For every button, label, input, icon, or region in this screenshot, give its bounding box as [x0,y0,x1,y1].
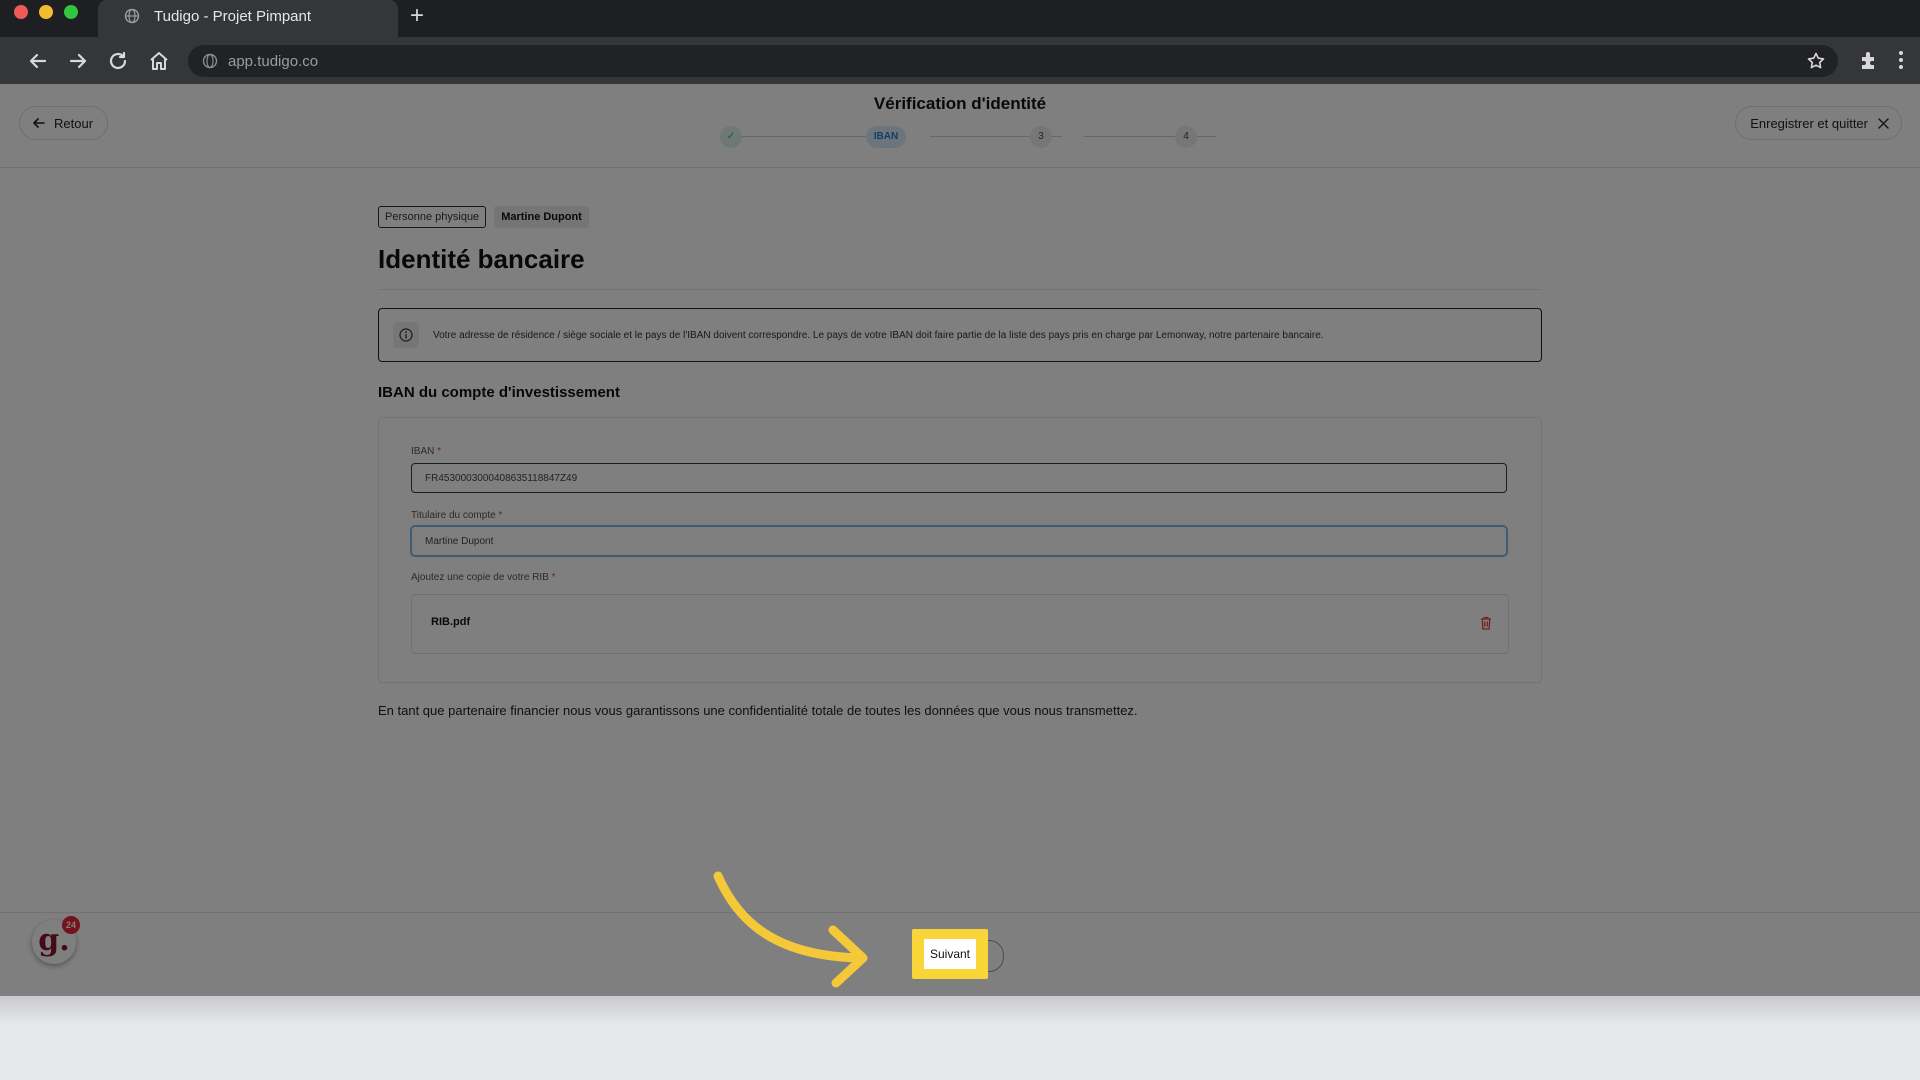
star-icon[interactable] [1806,51,1826,71]
breadcrumb: Personne physique Martine Dupont [378,206,1542,228]
reload-icon[interactable] [106,49,130,73]
info-text: Votre adresse de résidence / siège socia… [433,329,1324,341]
back-label: Retour [54,115,94,131]
save-and-quit-label: Enregistrer et quitter [1750,115,1868,131]
window-close-button[interactable] [14,5,28,19]
extensions-icon[interactable] [1858,49,1880,71]
step-4: 4 [1175,126,1197,148]
app-header: Retour Vérification d'identité ✓ IBAN 3 … [0,84,1920,168]
rib-file-item: RIB.pdf [411,594,1509,654]
notification-badge: 24 [62,916,80,934]
iban-label: IBAN * [411,446,442,457]
arrow-left-icon [33,118,45,128]
person-name-chip: Martine Dupont [494,206,589,228]
save-and-quit-button[interactable]: Enregistrer et quitter [1735,106,1902,140]
app-page: Retour Vérification d'identité ✓ IBAN 3 … [0,84,1920,996]
account-holder-value: Martine Dupont [425,535,494,547]
new-tab-button[interactable]: + [406,2,428,30]
browser-tab[interactable]: Tudigo - Projet Pimpant [98,0,398,37]
main-content: Personne physique Martine Dupont Identit… [378,206,1542,718]
browser-tab-bar: Tudigo - Projet Pimpant + [0,0,1920,37]
account-holder-label: Titulaire du compte * [411,510,503,521]
window-maximize-button[interactable] [64,5,78,19]
iban-form: IBAN * FR4530003000408635118847Z49 Titul… [378,417,1542,683]
site-info-icon[interactable] [202,53,218,69]
info-icon [393,322,419,348]
section-heading: Identité bancaire [378,244,1542,290]
home-icon[interactable] [147,49,171,73]
next-button[interactable]: Suivant [923,939,977,969]
close-icon [1878,117,1889,129]
globe-icon [124,8,140,24]
window-minimize-button[interactable] [39,5,53,19]
tab-title: Tudigo - Projet Pimpant [154,8,312,25]
account-holder-input[interactable]: Martine Dupont [411,526,1507,556]
url-text[interactable]: app.tudigo.co [228,53,318,70]
back-icon[interactable] [26,49,50,73]
page-title: Vérification d'identité [873,94,1047,113]
support-widget[interactable]: g. 24 [32,916,80,964]
next-button-highlight[interactable]: Suivant [912,929,988,979]
browser-toolbar: app.tudigo.co [0,37,1920,84]
page-bottom-shadow [0,996,1920,1024]
iban-value: FR4530003000408635118847Z49 [425,472,578,484]
progress-stepper: ✓ IBAN 3 4 [720,124,1216,150]
file-name: RIB.pdf [431,616,471,628]
info-alert: Votre adresse de résidence / siège socia… [378,308,1542,362]
step-3: 3 [1030,126,1052,148]
iban-input[interactable]: FR4530003000408635118847Z49 [411,463,1507,493]
menu-icon[interactable] [1894,49,1908,71]
step-1-done: ✓ [720,126,742,148]
forward-icon[interactable] [66,49,90,73]
trash-icon[interactable] [1478,615,1494,631]
entity-type-chip: Personne physique [378,206,487,228]
rib-upload-label: Ajoutez une copie de votre RIB * [411,572,556,583]
step-2-iban: IBAN [866,126,906,148]
address-bar[interactable]: app.tudigo.co [188,45,1838,77]
confidentiality-note: En tant que partenaire financier nous vo… [378,703,1138,718]
iban-section-title: IBAN du compte d'investissement [378,384,620,401]
